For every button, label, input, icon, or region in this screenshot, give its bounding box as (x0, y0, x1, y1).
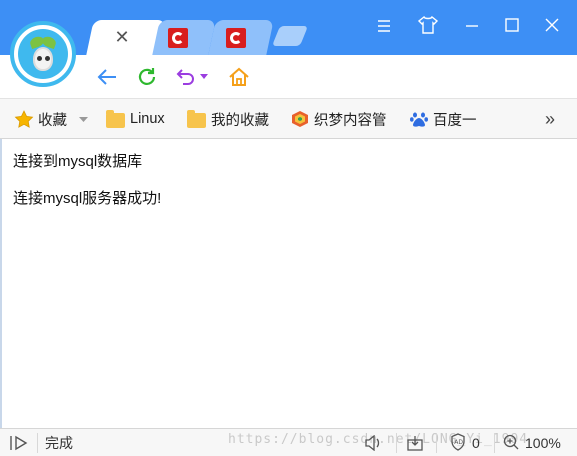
bookmark-my-favorites-label: 我的收藏 (211, 112, 269, 129)
menu-icon[interactable] (372, 16, 396, 40)
download-icon[interactable] (406, 433, 424, 453)
dropdown-icon[interactable] (197, 65, 211, 89)
bookmark-my-favorites[interactable]: 我的收藏 (187, 109, 269, 129)
adblock-status[interactable]: AD 0 (450, 432, 480, 454)
folder-icon (187, 110, 207, 128)
folder-icon (106, 110, 126, 128)
adblock-shield-icon: AD (450, 432, 466, 454)
adblock-count: 0 (472, 435, 480, 451)
zoom-level: 100% (525, 435, 561, 451)
tab-3-c-icon (226, 28, 246, 48)
home-icon[interactable] (226, 65, 252, 89)
zoom-control[interactable]: 100% (503, 433, 561, 453)
bookmark-baidu[interactable]: 百度一 (409, 109, 477, 129)
back-icon[interactable] (94, 65, 120, 89)
status-text: 完成 (45, 435, 73, 451)
navigation-toolbar (0, 55, 577, 98)
tab-2-c-icon (168, 28, 188, 48)
minimize-icon[interactable] (460, 16, 484, 40)
page-content: 连接到mysql数据库 连接mysql服务器成功! (0, 139, 577, 428)
maximize-icon[interactable] (500, 16, 524, 40)
svg-text:AD: AD (454, 439, 463, 446)
undo-icon[interactable] (173, 65, 199, 89)
speaker-icon[interactable] (364, 433, 382, 453)
more-bookmarks-button[interactable]: » (545, 109, 555, 129)
tab-close-icon[interactable]: ✕ (112, 27, 132, 47)
dedecms-icon (290, 110, 310, 128)
bookmark-favorites-label: 收藏 (38, 112, 67, 129)
skin-icon[interactable] (416, 15, 440, 40)
refresh-icon[interactable] (134, 65, 160, 89)
content-line-1: 连接到mysql数据库 (13, 153, 143, 170)
close-icon[interactable] (540, 16, 564, 40)
bookmark-dedecms[interactable]: 织梦内容管 (290, 109, 387, 129)
bookmark-favorites[interactable]: 收藏 (14, 109, 88, 129)
logo-mascot-icon (18, 29, 68, 79)
bookmark-dedecms-label: 织梦内容管 (314, 112, 387, 129)
sidebar-toggle-icon[interactable] (10, 433, 28, 453)
favorites-dropdown-icon[interactable] (79, 111, 88, 127)
bookmark-baidu-label: 百度一 (433, 112, 477, 129)
browser-logo[interactable] (10, 21, 76, 87)
star-icon (14, 110, 34, 128)
bookmark-linux[interactable]: Linux (106, 109, 165, 129)
status-bar: 完成 https://blog.csdn.net/LONG_Yi_1994 AD… (0, 428, 577, 456)
zoom-icon (503, 434, 519, 453)
content-line-2: 连接mysql服务器成功! (13, 190, 162, 207)
bookmark-linux-label: Linux (130, 111, 165, 127)
bookmarks-bar: 收藏 Linux 我的收藏 织梦内容管 百度一 » (0, 98, 577, 139)
baidu-paw-icon (409, 110, 429, 128)
